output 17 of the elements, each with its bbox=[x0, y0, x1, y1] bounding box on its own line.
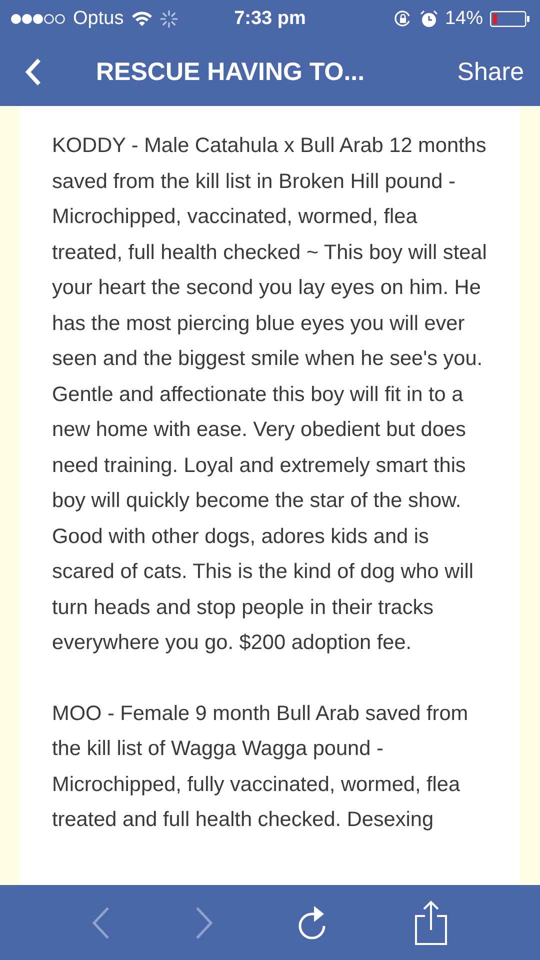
battery-percent: 14% bbox=[444, 8, 483, 30]
battery-icon bbox=[490, 11, 530, 27]
page-title: RESCUE HAVING TO... bbox=[96, 58, 366, 86]
back-button[interactable] bbox=[24, 57, 42, 87]
article-paragraph: KODDY - Male Catahula x Bull Arab 12 months saved from the kill list in Broken Hill pound - Microchipped, vaccinated, wormed, flea treated, full health checked ~ This boy will steal your heart the second you lay eyes on him. He has the most piercing blue eyes you will ever seen and the biggest smile when he see's you. Gentle and affectionate this boy will fit in to a new home with ease. Very obedient but does need training. Loyal and extremely smart this boy will quickly become the star of the show. Good with other dogs, adores kids and is scared of cats. This is the kind of dog who will turn heads and stop people in their tracks everywhere you go. $200 adoption fee. bbox=[52, 133, 488, 656]
chevron-left-icon bbox=[91, 906, 112, 940]
chevron-right-icon bbox=[194, 906, 214, 940]
wifi-icon bbox=[130, 11, 153, 27]
chevron-left-icon bbox=[24, 57, 42, 87]
alarm-icon bbox=[420, 10, 438, 28]
clock-time: 7:33 pm bbox=[234, 8, 306, 30]
signal-icon bbox=[10, 13, 66, 25]
activity-spinner-icon bbox=[160, 10, 178, 28]
share-button[interactable]: Share bbox=[457, 58, 524, 86]
carrier-name: Optus bbox=[73, 8, 124, 30]
share-icon bbox=[412, 900, 449, 946]
article-paragraph: MOO - Female 9 month Bull Arab saved from the kill list of Wagga Wagga pound - Microchipped, fully vaccinated, wormed, flea treated and full health checked. Desexing bbox=[52, 700, 470, 833]
